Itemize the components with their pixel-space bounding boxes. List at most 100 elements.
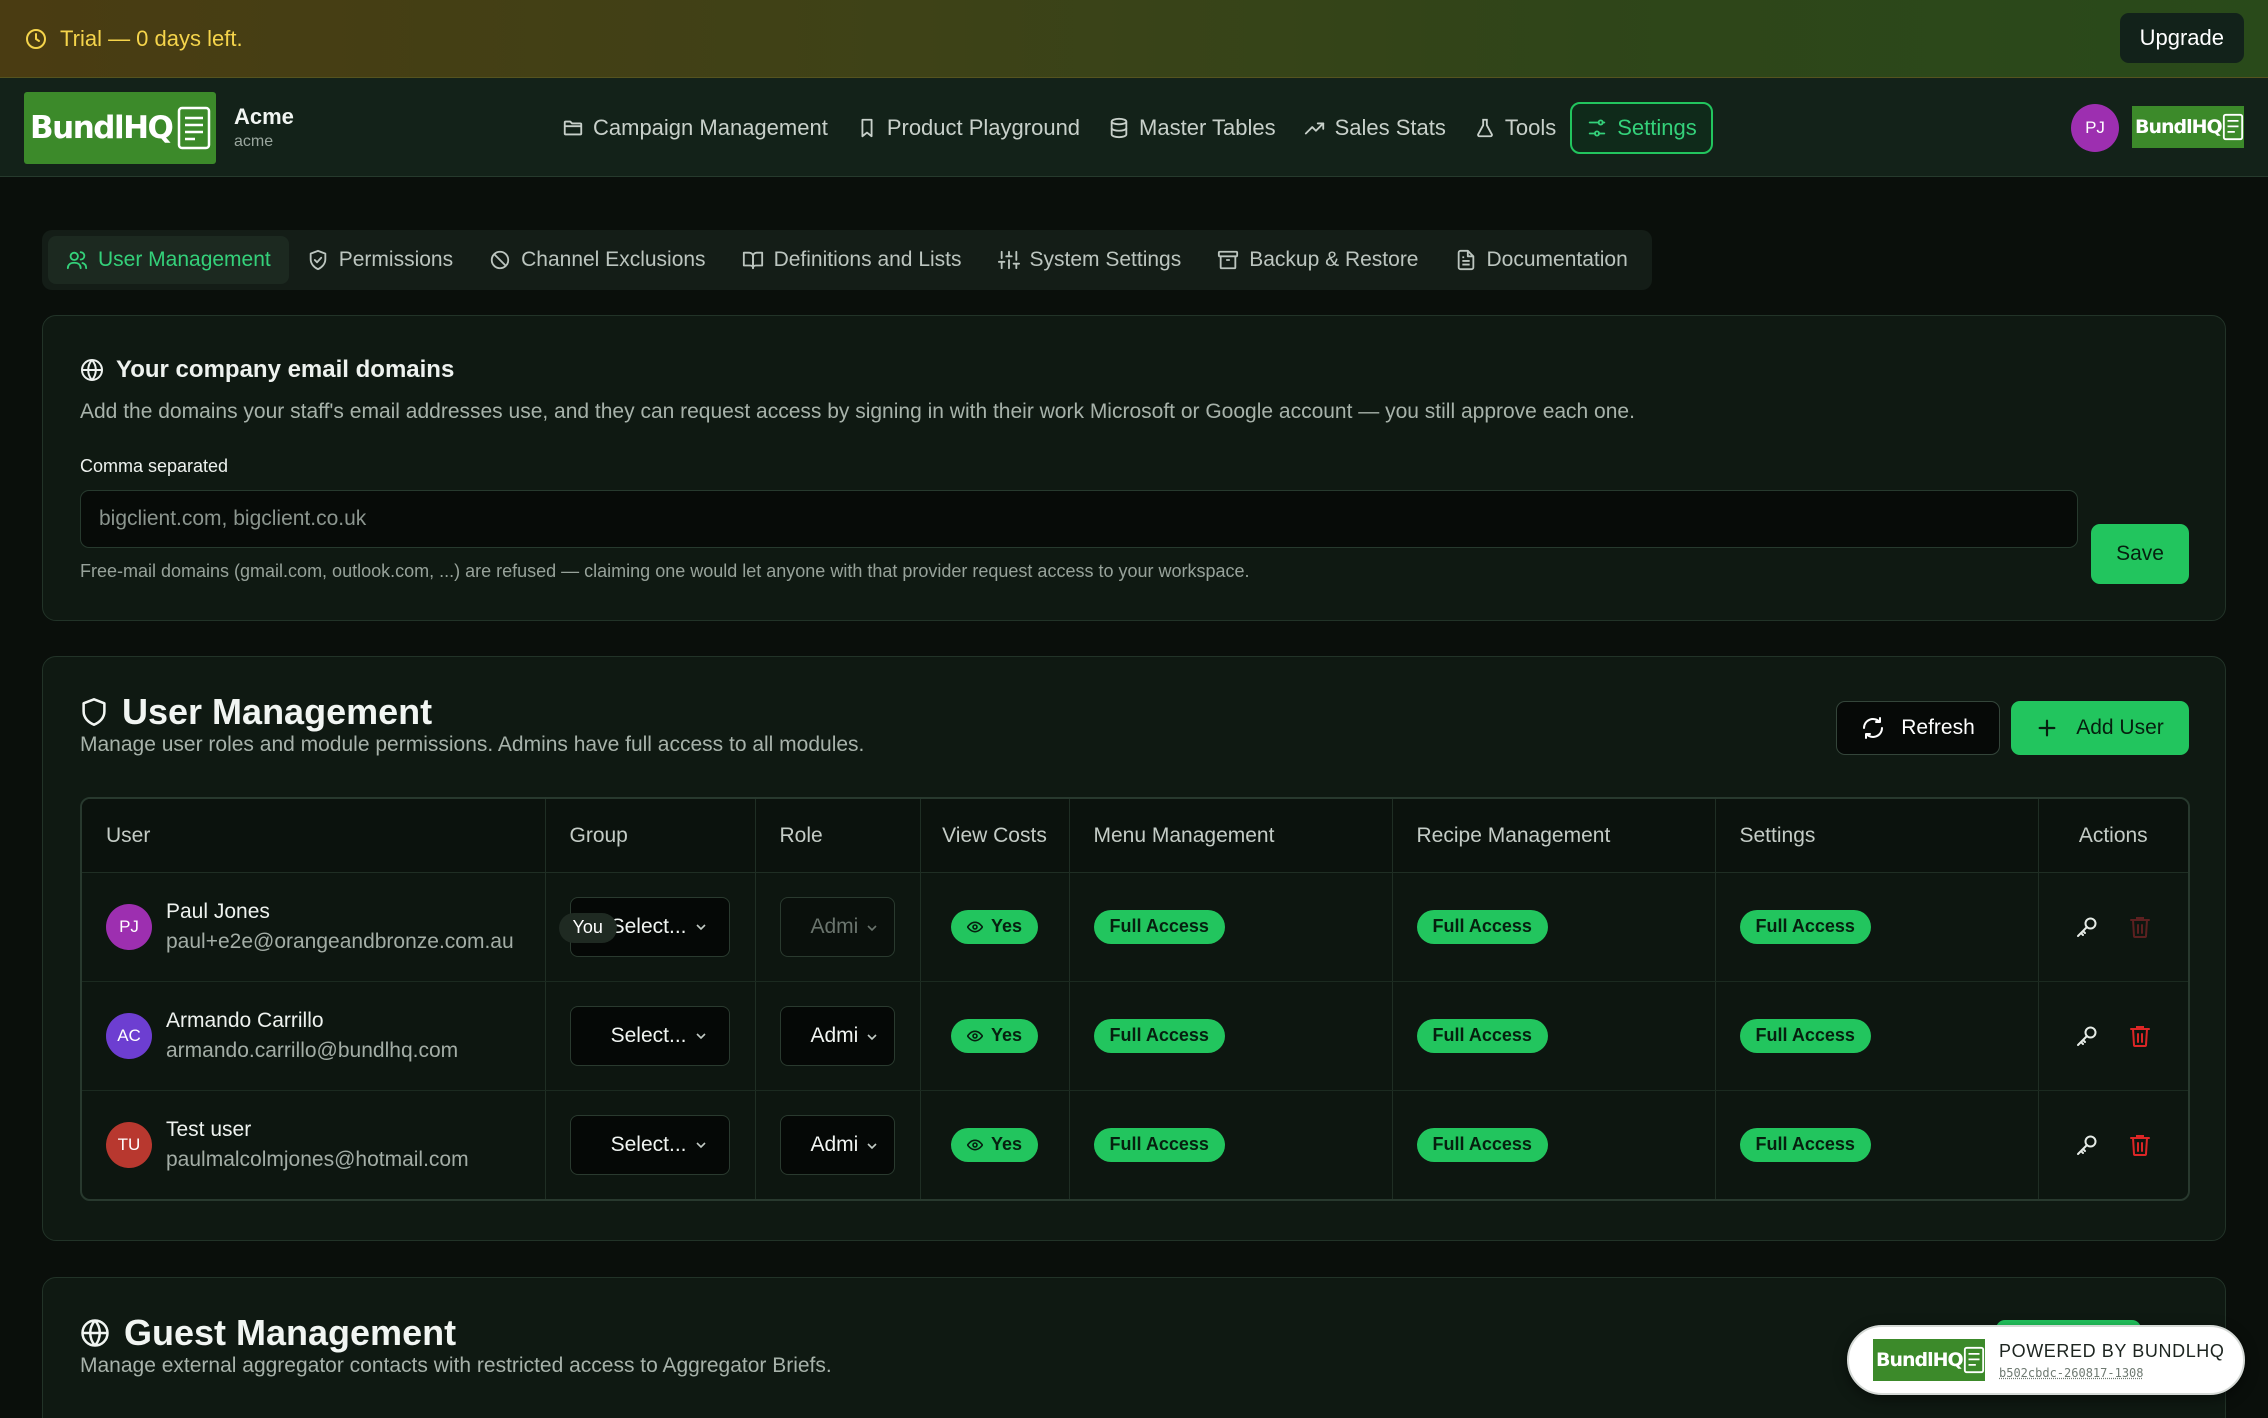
role-select-value: Admi <box>810 1023 859 1047</box>
table-row: AC Armando Carrillo armando.carrillo@bun… <box>82 981 2188 1091</box>
user-email: armando.carrillo@bundlhq.com <box>166 1038 459 1062</box>
group-select-value: Select... <box>610 914 687 938</box>
chevron-down-icon <box>695 923 706 930</box>
nav-settings[interactable]: Settings <box>1570 102 1713 154</box>
view-costs-label: Yes <box>990 1025 1023 1045</box>
role-select[interactable]: Admi <box>779 1005 895 1066</box>
view-costs-badge[interactable]: Yes <box>950 1018 1039 1053</box>
globe-icon <box>81 359 103 381</box>
table-row: TU Test user paulmalcolmjones@hotmail.co… <box>82 1090 2188 1199</box>
view-costs-label: Yes <box>990 1134 1023 1155</box>
col-group: Group <box>545 799 756 873</box>
email-domains-title-text: Your company email domains <box>116 356 455 383</box>
eye-icon <box>966 1030 983 1041</box>
chevron-down-icon <box>866 924 877 931</box>
top-navigation: BundlHQ Acme acme Campaign Management Pr… <box>0 78 2268 177</box>
role-select[interactable]: Admi <box>779 1114 895 1175</box>
upgrade-button[interactable]: Upgrade <box>2119 13 2244 63</box>
refresh-icon <box>1863 717 1884 739</box>
chevron-down-icon <box>866 1033 877 1040</box>
tab-permissions[interactable]: Permissions <box>289 236 471 284</box>
tab-documentation[interactable]: Documentation <box>1437 236 1646 284</box>
tab-channel-exclusions[interactable]: Channel Exclusions <box>471 236 723 284</box>
nav-tools[interactable]: Tools <box>1460 102 1570 154</box>
nav-product-playground[interactable]: Product Playground <box>842 102 1094 154</box>
guest-management-title: Guest Management <box>80 1312 456 1354</box>
sliders-icon <box>1588 119 1606 137</box>
nav-label: Settings <box>1617 115 1697 140</box>
view-costs-badge[interactable]: Yes <box>950 1127 1039 1162</box>
nav-label: Tools <box>1504 115 1557 140</box>
email-domains-card: Your company email domains Add the domai… <box>42 315 2226 621</box>
group-select[interactable]: You Select... <box>558 896 730 957</box>
guest-management-title-text: Guest Management <box>124 1312 457 1353</box>
recipe-access-badge[interactable]: Full Access <box>1416 909 1548 944</box>
menu-access-badge[interactable]: Full Access <box>1093 909 1225 944</box>
user-management-subtitle: Manage user roles and module permissions… <box>80 733 865 756</box>
file-text-icon <box>1457 249 1474 271</box>
nav-campaign-management[interactable]: Campaign Management <box>548 102 842 154</box>
eye-icon <box>966 1139 983 1151</box>
menu-access-badge[interactable]: Full Access <box>1093 1018 1225 1053</box>
refresh-button[interactable]: Refresh <box>1836 701 2000 755</box>
user-management-card: User Management Manage user roles and mo… <box>42 656 2226 1241</box>
trending-up-icon <box>1304 122 1324 135</box>
settings-access-badge[interactable]: Full Access <box>1739 909 1871 944</box>
powered-by-widget[interactable]: BundlHQ POWERED BY BUNDLHQ b502cbdc-2608… <box>1847 1325 2245 1395</box>
group-select[interactable]: Select... <box>569 1005 730 1066</box>
tab-label: Channel Exclusions <box>521 248 706 271</box>
chevron-down-icon <box>695 1142 706 1148</box>
recipe-access-badge[interactable]: Full Access <box>1416 1127 1548 1162</box>
tab-label: User Management <box>98 248 271 271</box>
key-icon[interactable] <box>2075 1133 2099 1157</box>
menu-access-badge[interactable]: Full Access <box>1093 1127 1225 1162</box>
users-table: User Group Role View Costs Menu Manageme… <box>80 797 2190 1201</box>
nav-label: Campaign Management <box>593 115 828 140</box>
trial-text: Trial — 0 days left. <box>60 25 243 51</box>
view-costs-badge[interactable]: Yes <box>950 909 1039 944</box>
user-name: Armando Carrillo <box>166 1008 324 1032</box>
trash-icon <box>2129 915 2151 939</box>
nav-sales-stats[interactable]: Sales Stats <box>1290 102 1460 154</box>
add-user-button[interactable]: Add User <box>2011 701 2189 755</box>
role-select-value: Admi <box>810 1132 859 1156</box>
key-icon[interactable] <box>2075 915 2099 939</box>
group-select-value: Select... <box>610 1023 687 1047</box>
user-avatar[interactable]: PJ <box>2071 104 2119 152</box>
archive-icon <box>1218 250 1239 270</box>
database-icon <box>1110 117 1128 139</box>
trash-icon[interactable] <box>2129 1133 2151 1157</box>
main-nav: Campaign Management Product Playground M… <box>548 102 1713 154</box>
tab-user-management[interactable]: User Management <box>48 236 289 284</box>
recipe-access-badge[interactable]: Full Access <box>1416 1018 1548 1053</box>
domains-input[interactable] <box>80 490 2078 548</box>
tab-system-settings[interactable]: System Settings <box>980 236 1200 284</box>
user-name: Test user <box>166 1117 252 1141</box>
trial-banner: Trial — 0 days left. Upgrade <box>0 0 2268 78</box>
bundlhq-logo[interactable]: BundlHQ <box>24 92 216 164</box>
sliders-vertical-icon <box>997 250 1020 270</box>
settings-access-badge[interactable]: Full Access <box>1739 1127 1871 1162</box>
group-select[interactable]: Select... <box>569 1114 730 1175</box>
save-domains-button[interactable]: Save <box>2091 524 2189 584</box>
logo-wordmark: BundlHQ <box>1876 1349 1964 1371</box>
table-row: PJ Paul Jones paul+e2e@orangeandbronze.c… <box>82 872 2188 982</box>
col-recipe-management: Recipe Management <box>1392 799 1716 873</box>
col-actions: Actions <box>2038 799 2188 873</box>
chevron-down-icon <box>695 1032 706 1039</box>
key-icon[interactable] <box>2075 1024 2099 1048</box>
flask-icon <box>1477 118 1493 138</box>
build-id[interactable]: b502cbdc-260817-1308 <box>1999 1366 2225 1380</box>
avatar: AC <box>106 1012 152 1059</box>
trash-icon[interactable] <box>2129 1024 2151 1048</box>
user-management-title-text: User Management <box>122 691 433 732</box>
user-email: paulmalcolmjones@hotmail.com <box>166 1147 469 1171</box>
tab-backup-restore[interactable]: Backup & Restore <box>1199 236 1436 284</box>
you-badge: You <box>558 912 617 943</box>
org-slug: acme <box>234 133 274 150</box>
tab-definitions-and-lists[interactable]: Definitions and Lists <box>724 236 980 284</box>
nav-master-tables[interactable]: Master Tables <box>1094 102 1290 154</box>
avatar: TU <box>106 1121 152 1168</box>
settings-access-badge[interactable]: Full Access <box>1739 1018 1871 1053</box>
user-management-title: User Management <box>80 691 432 733</box>
